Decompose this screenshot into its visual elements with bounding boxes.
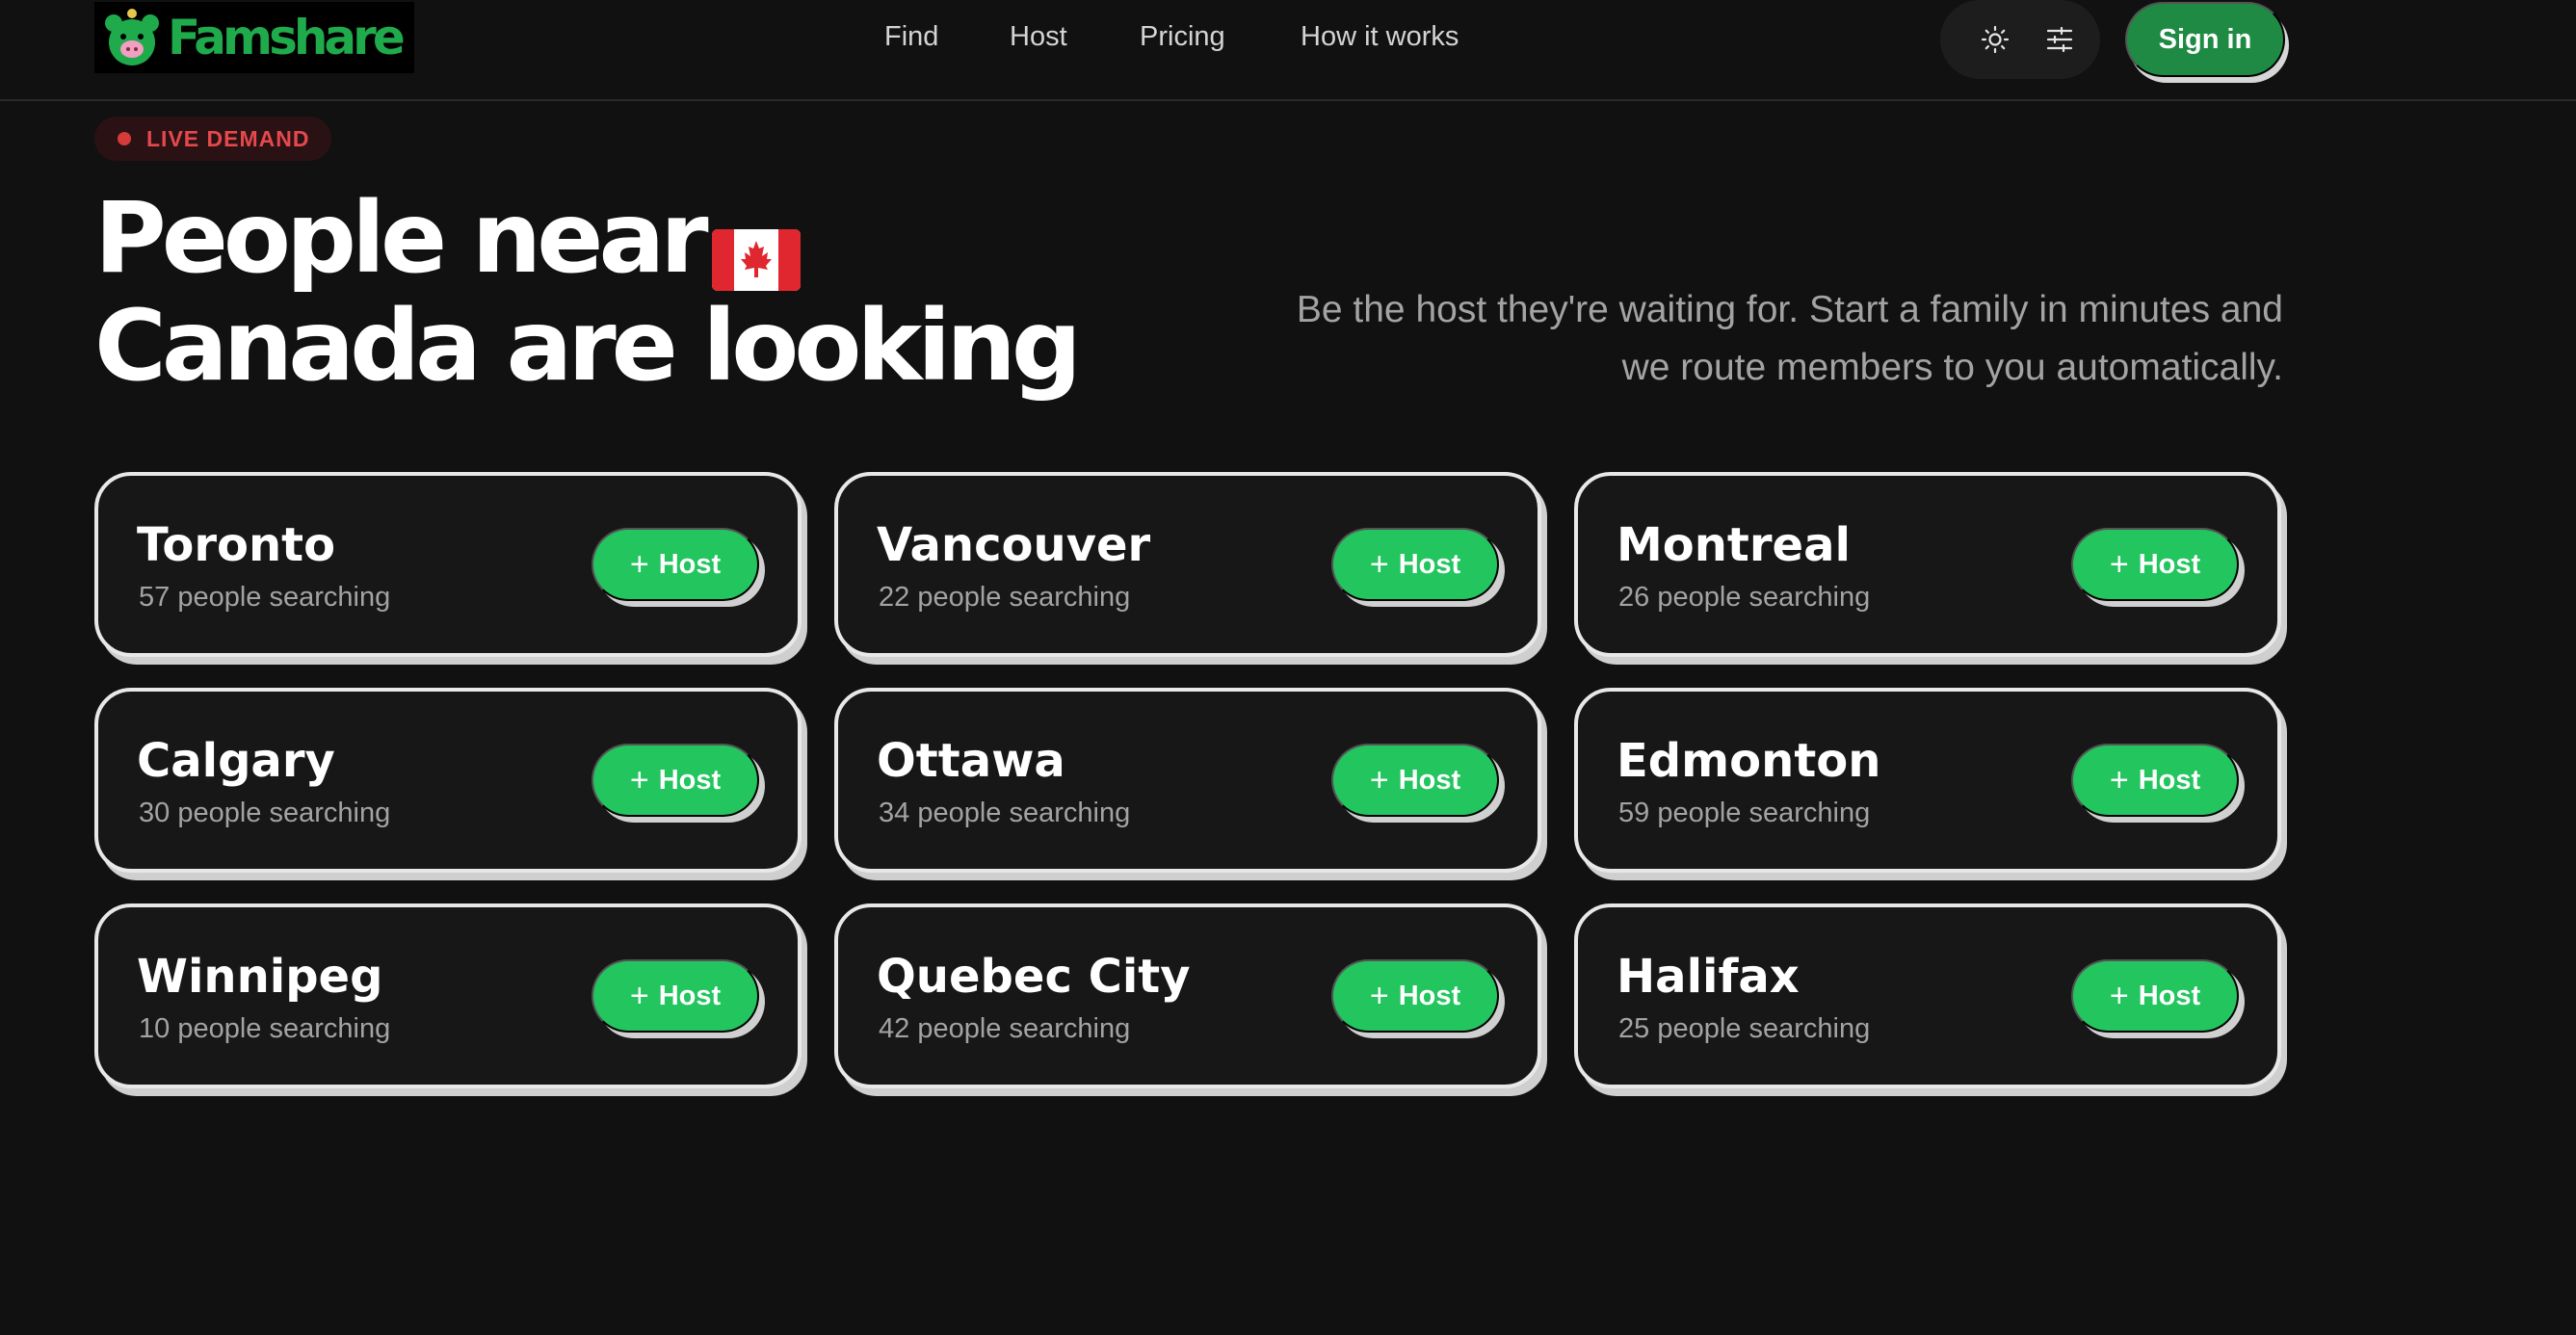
searching-count: 10 people searching [139,1013,391,1044]
nav-link-pricing[interactable]: Pricing [1140,21,1225,53]
host-button-halifax[interactable]: + Host [2071,959,2239,1033]
headline-line-2: Canada are looking [94,289,1082,404]
city-name: Quebec City [877,950,1191,1004]
searching-count: 59 people searching [1618,798,1871,828]
host-button-label: Host [2138,764,2201,796]
plus-icon: + [2109,546,2129,583]
city-card-ottawa: Ottawa 34 people searching + Host [834,688,1541,873]
page-title: People near Canada are looking [94,185,1154,401]
searching-count: 57 people searching [139,582,391,613]
canada-flag-icon [711,204,801,292]
host-button-label: Host [2138,548,2201,580]
live-dot-icon [118,132,131,145]
city-name: Edmonton [1617,734,1881,788]
city-name: Winnipeg [137,950,383,1004]
city-card-vancouver: Vancouver 22 people searching + Host [834,472,1541,657]
plus-icon: + [629,762,649,798]
sun-icon[interactable] [1976,20,2014,59]
city-card-halifax: Halifax 25 people searching + Host [1574,903,2281,1088]
searching-count: 25 people searching [1618,1013,1871,1044]
host-button-label: Host [658,764,722,796]
sign-in-button[interactable]: Sign in [2125,2,2285,77]
city-name: Montreal [1617,518,1851,572]
host-button-label: Host [658,980,722,1011]
searching-count: 22 people searching [879,582,1131,613]
host-button-label: Host [1398,764,1461,796]
city-card-quebec-city: Quebec City 42 people searching + Host [834,903,1541,1088]
city-card-winnipeg: Winnipeg 10 people searching + Host [94,903,802,1088]
brand-logo[interactable]: Famshare [94,2,414,73]
host-button-ottawa[interactable]: + Host [1331,744,1499,817]
city-name: Halifax [1617,950,1800,1004]
host-button-calgary[interactable]: + Host [591,744,759,817]
city-name: Vancouver [877,518,1151,572]
searching-count: 26 people searching [1618,582,1871,613]
host-button-label: Host [2138,980,2201,1011]
city-card-montreal: Montreal 26 people searching + Host [1574,472,2281,657]
plus-icon: + [2109,762,2129,798]
host-button-quebec-city[interactable]: + Host [1331,959,1499,1033]
host-button-label: Host [658,548,722,580]
top-navbar: Famshare Find Host Pricing How it works [0,0,2576,101]
header-icon-group [1940,0,2100,79]
host-button-edmonton[interactable]: + Host [2071,744,2239,817]
plus-icon: + [1369,978,1389,1014]
nav-link-host[interactable]: Host [1010,21,1067,53]
searching-count: 30 people searching [139,798,391,828]
host-button-montreal[interactable]: + Host [2071,528,2239,601]
nav-link-how-it-works[interactable]: How it works [1301,21,1459,53]
searching-count: 42 people searching [879,1013,1131,1044]
host-button-winnipeg[interactable]: + Host [591,959,759,1033]
pig-icon [102,8,162,67]
live-demand-label: LIVE DEMAND [146,125,310,151]
plus-icon: + [629,546,649,583]
host-button-label: Host [1398,980,1461,1011]
plus-icon: + [1369,546,1389,583]
plus-icon: + [629,978,649,1014]
city-card-edmonton: Edmonton 59 people searching + Host [1574,688,2281,873]
city-card-toronto: Toronto 57 people searching + Host [94,472,802,657]
city-name: Ottawa [877,734,1065,788]
host-button-toronto[interactable]: + Host [591,528,759,601]
plus-icon: + [1369,762,1389,798]
city-name: Calgary [137,734,335,788]
host-button-vancouver[interactable]: + Host [1331,528,1499,601]
host-button-label: Host [1398,548,1461,580]
plus-icon: + [2109,978,2129,1014]
city-name: Toronto [137,518,336,572]
city-card-calgary: Calgary 30 people searching + Host [94,688,802,873]
live-demand-badge: LIVE DEMAND [94,117,331,161]
hero-subtext: Be the host they're waiting for. Start a… [1223,281,2283,397]
page: Famshare Find Host Pricing How it works [0,0,2576,1335]
nav-link-find[interactable]: Find [884,21,938,53]
hero-subtext-line-2: we route members to you automatically. [1621,347,2283,388]
brand-name: Famshare [168,10,406,65]
sliders-icon[interactable] [2040,20,2079,59]
searching-count: 34 people searching [879,798,1131,828]
headline-line-1: People near [94,181,709,296]
hero-subtext-line-1: Be the host they're waiting for. Start a… [1296,289,2283,330]
